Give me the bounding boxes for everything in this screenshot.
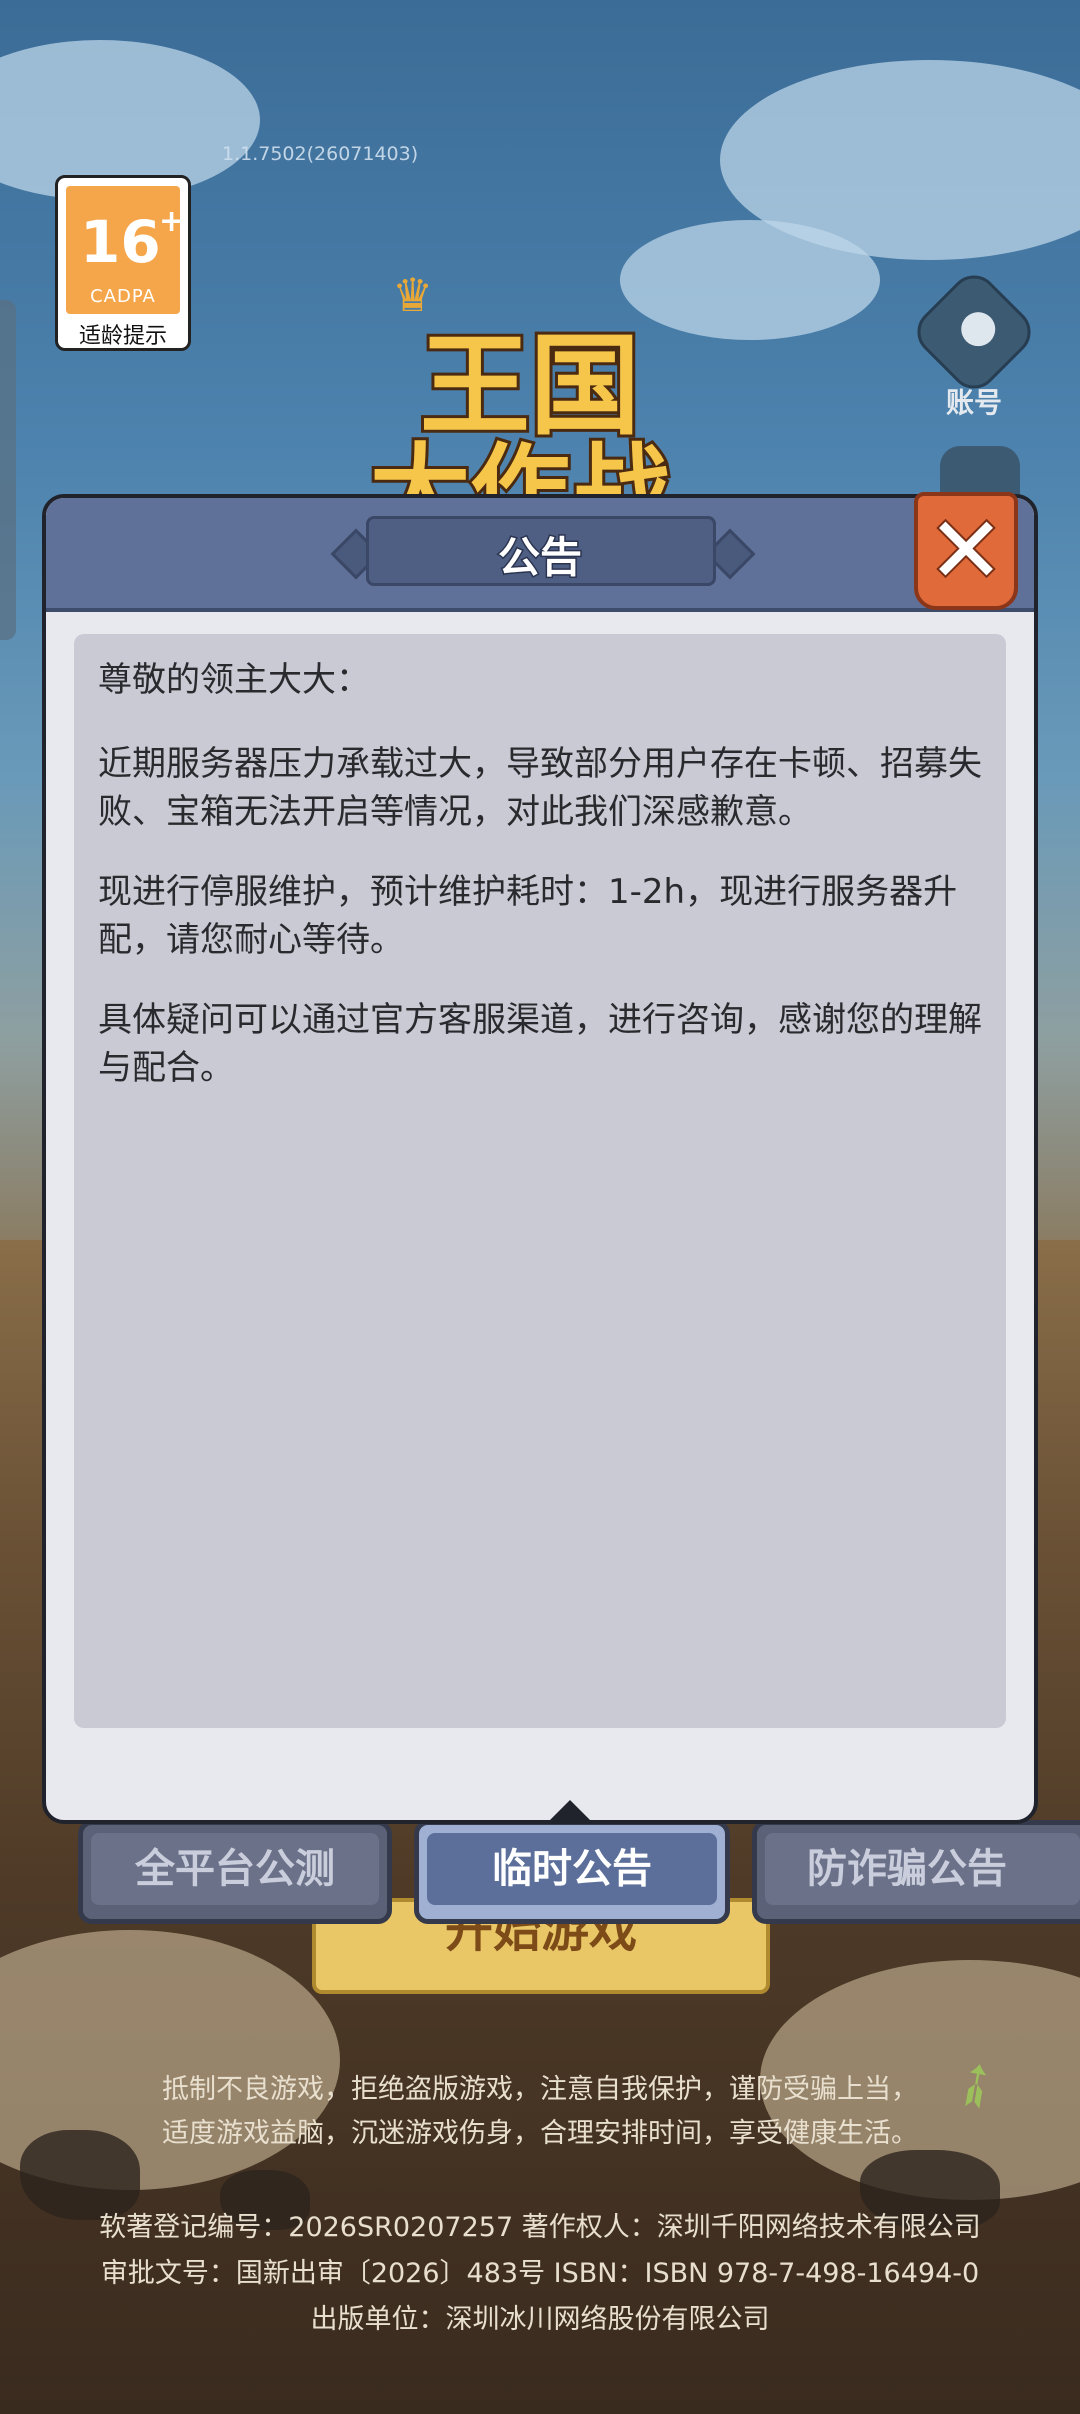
age-number: 16	[80, 208, 161, 276]
announcement-paragraph: 具体疑问可以通过官方客服渠道，进行咨询，感谢您的理解与配合。	[98, 1000, 982, 1088]
tab-label: 防诈骗公告	[807, 1846, 1007, 1892]
age-rating-badge: 16 + CADPA 适龄提示	[55, 175, 191, 351]
copyright-line: 软著登记编号：2026SR0207257 著作权人：深圳千阳网络技术有限公司	[99, 2212, 981, 2243]
announcement-paragraph: 现进行停服维护，预计维护耗时：1-2h，现进行服务器升配，请您耐心等待。	[98, 872, 958, 960]
age-rating-box: 16 + CADPA	[66, 186, 184, 314]
age-org: CADPA	[90, 286, 156, 307]
version-label: 1.1.7502(26071403)	[222, 143, 419, 165]
health-notice: 抵制不良游戏，拒绝盗版游戏，注意自我保护，谨防受骗上当， 适度游戏益脑，沉迷游戏…	[0, 2068, 1080, 2156]
active-tab-pointer	[548, 1800, 592, 1822]
close-icon: ✕	[925, 495, 1006, 606]
announcement-greeting: 尊敬的领主大大：	[98, 660, 370, 700]
age-rating-label: 适龄提示	[78, 324, 167, 349]
approval-line: 审批文号：国新出审〔2026〕483号 ISBN：ISBN 978-7-498-…	[100, 2258, 980, 2289]
cloud	[620, 220, 880, 340]
dialog-header: 公告	[46, 498, 1034, 612]
publisher-line: 出版单位：深圳冰川网络股份有限公司	[310, 2304, 770, 2335]
age-plus: +	[159, 204, 185, 239]
account-button[interactable]: 账号	[907, 265, 1041, 419]
close-button[interactable]: ✕	[914, 492, 1018, 610]
side-handle	[0, 300, 16, 640]
announcement-dialog: 公告 ✕ 尊敬的领主大大： 近期服务器压力承载过大，导致部分用户存在卡顿、招募失…	[42, 492, 1038, 1824]
tab-all-platform-test[interactable]: 全平台公测	[78, 1820, 392, 1924]
tab-anti-fraud-notice[interactable]: 防诈骗公告	[752, 1820, 1080, 1924]
tab-label: 临时公告	[492, 1846, 652, 1892]
tab-temporary-notice[interactable]: 临时公告	[414, 1820, 730, 1924]
tab-label: 全平台公测	[135, 1846, 335, 1892]
account-icon	[907, 265, 1041, 399]
announcement-body: 尊敬的领主大大： 近期服务器压力承载过大，导致部分用户存在卡顿、招募失败、宝箱无…	[74, 634, 1006, 1728]
health-notice-line: 抵制不良游戏，拒绝盗版游戏，注意自我保护，谨防受骗上当，	[162, 2074, 918, 2105]
health-notice-line: 适度游戏益脑，沉迷游戏伤身，合理安排时间，享受健康生活。	[162, 2118, 918, 2149]
legal-info: 软著登记编号：2026SR0207257 著作权人：深圳千阳网络技术有限公司 审…	[0, 2205, 1080, 2343]
announcement-paragraph: 近期服务器压力承载过大，导致部分用户存在卡顿、招募失败、宝箱无法开启等情况，对此…	[98, 744, 982, 832]
dialog-title: 公告	[496, 532, 583, 584]
